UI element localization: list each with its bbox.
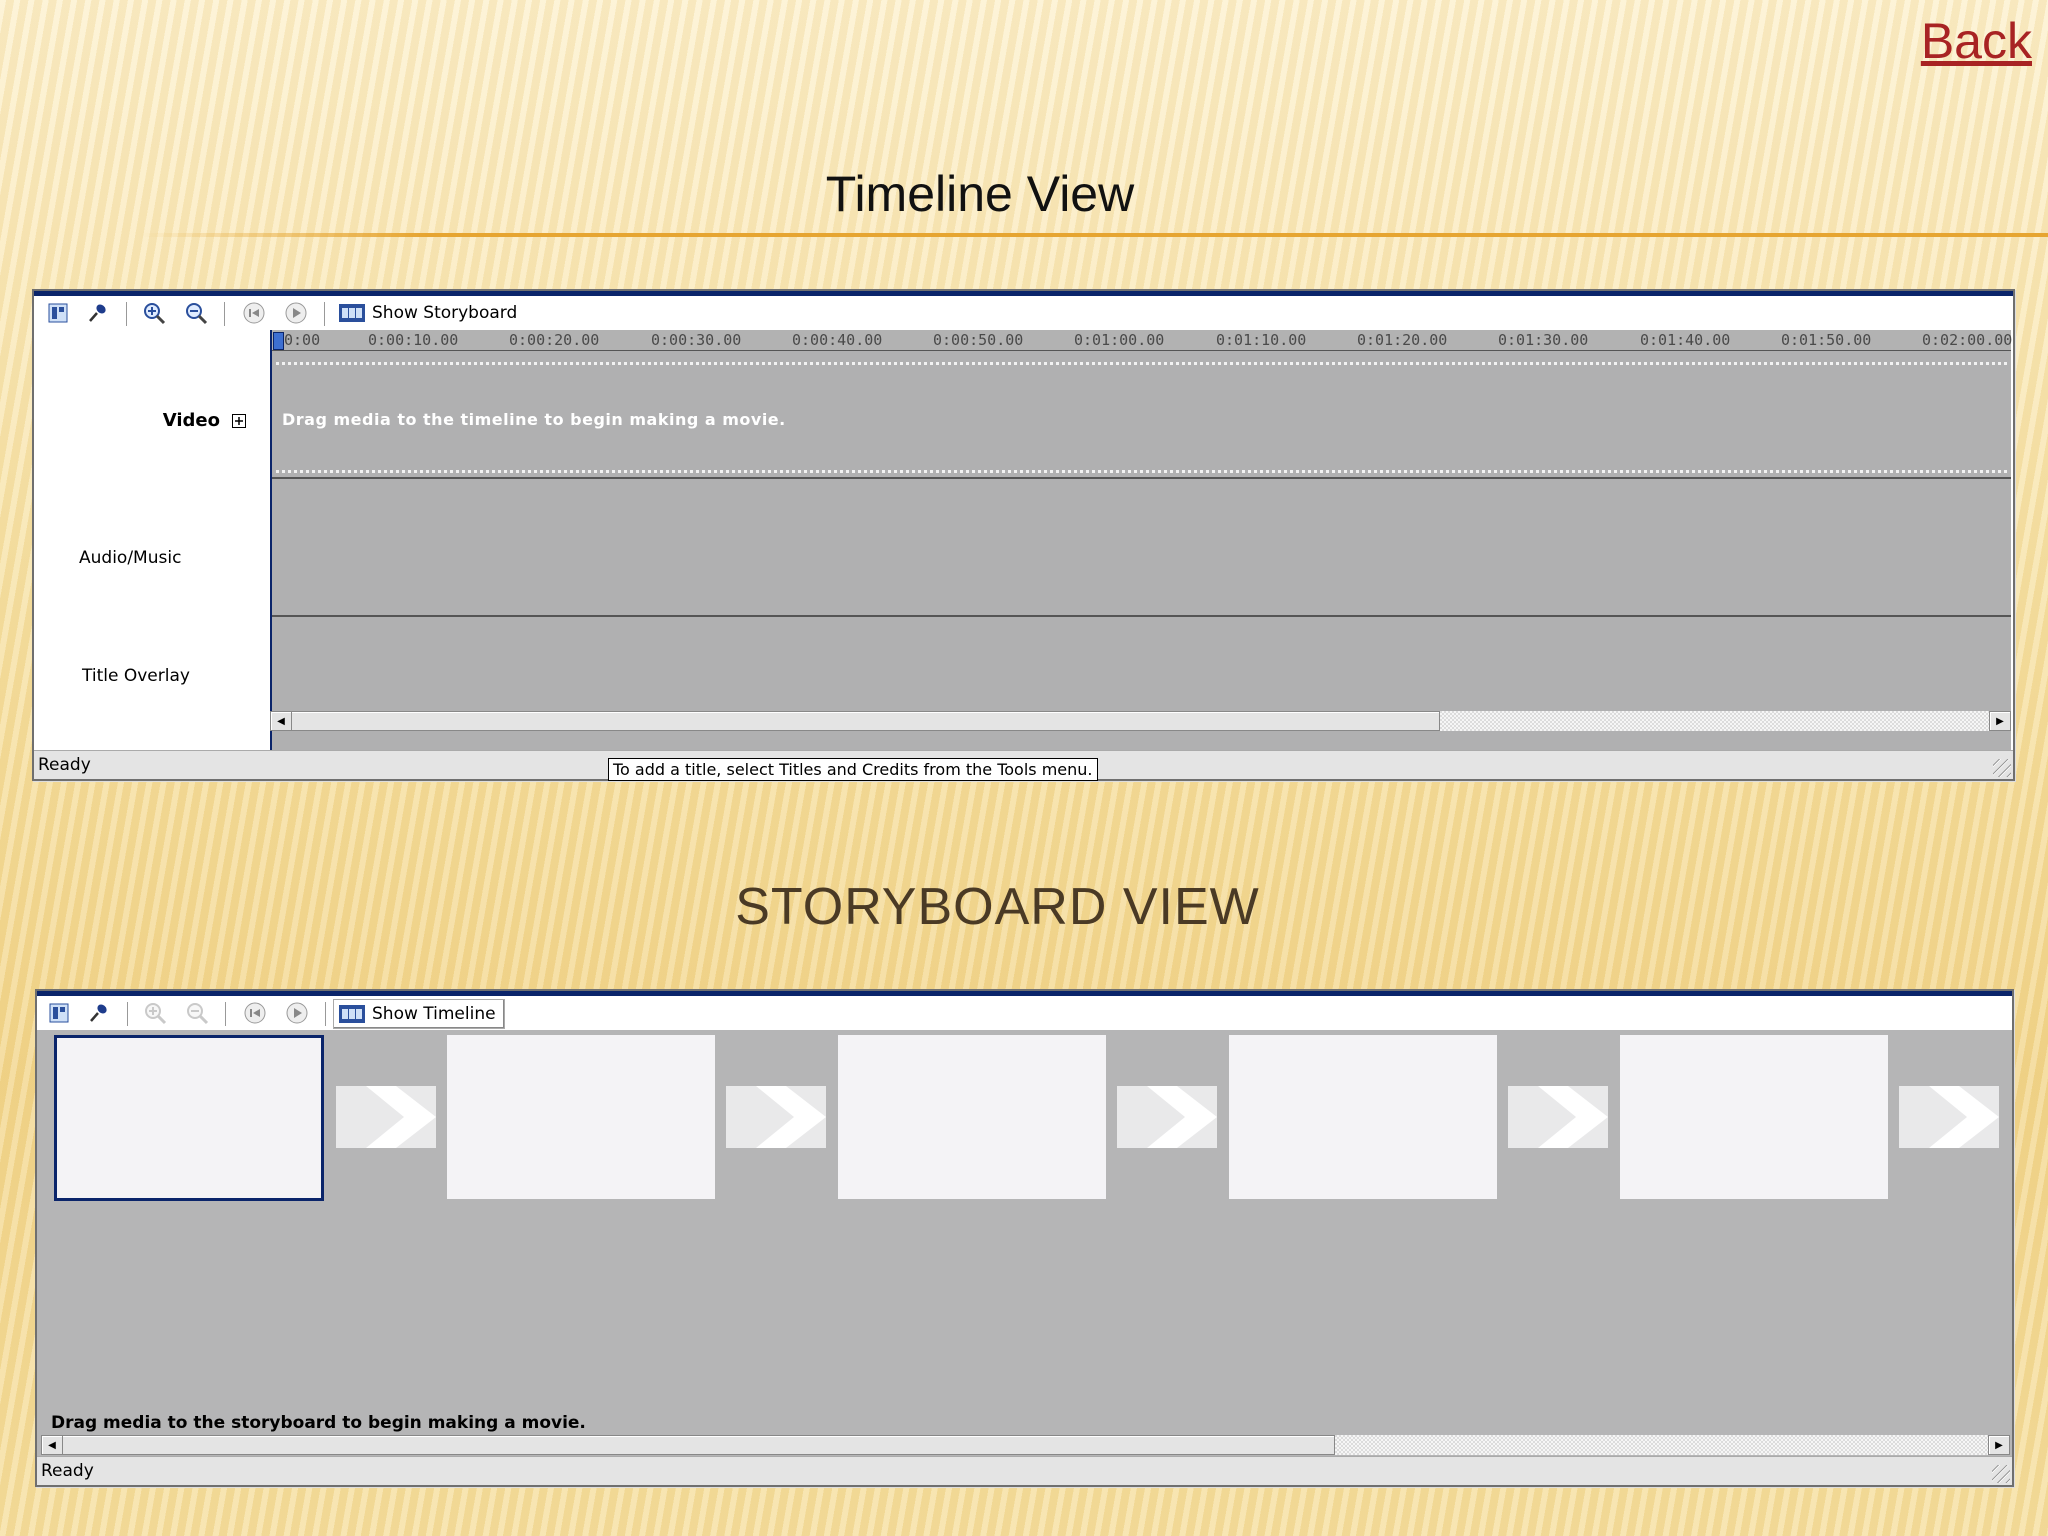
- track-dash-line: [276, 470, 2007, 473]
- storyboard-frame[interactable]: [838, 1035, 1106, 1199]
- scroll-left-arrow-icon[interactable]: ◀: [270, 711, 292, 731]
- back-link[interactable]: Back: [1921, 12, 2032, 70]
- transition-arrow-icon: [1147, 1086, 1217, 1148]
- transition-slot[interactable]: [1117, 1086, 1217, 1148]
- show-timeline-label: Show Timeline: [372, 1004, 496, 1024]
- status-text: Ready: [38, 755, 91, 775]
- play-icon[interactable]: [284, 301, 308, 325]
- audio-music-track[interactable]: [272, 479, 2011, 617]
- scroll-left-arrow-icon[interactable]: ◀: [41, 1435, 63, 1455]
- narrate-microphone-icon[interactable]: [86, 301, 110, 325]
- title-overlay-track-label[interactable]: Title Overlay: [82, 666, 190, 686]
- playhead-marker[interactable]: [273, 332, 284, 350]
- transition-arrow-icon: [1538, 1086, 1608, 1148]
- play-icon[interactable]: [285, 1001, 309, 1025]
- storyboard-view-heading: STORYBOARD VIEW: [735, 878, 1260, 936]
- timeline-drag-message: Drag media to the timeline to begin maki…: [282, 410, 786, 429]
- ruler-tick: 0:01:50.00: [1781, 331, 1872, 349]
- transition-arrow-icon: [336, 1086, 436, 1148]
- ruler-tick: 0:02:00.00: [1922, 331, 2013, 349]
- zoom-out-icon[interactable]: [184, 301, 208, 325]
- toolbar-separator: [325, 1002, 327, 1026]
- track-dash-line: [276, 362, 2007, 365]
- storyboard-status-bar: Ready: [37, 1456, 2012, 1485]
- toolbar-separator: [126, 302, 128, 326]
- ruler-tick: 0:00:30.00: [651, 331, 742, 349]
- scrollbar-thumb[interactable]: [290, 711, 1440, 731]
- zoom-out-icon[interactable]: [185, 1001, 209, 1025]
- ruler-tick: 0:00:10.00: [368, 331, 459, 349]
- ruler-tick: 0:01:10.00: [1216, 331, 1307, 349]
- video-track[interactable]: Drag media to the timeline to begin maki…: [272, 352, 2011, 479]
- status-text: Ready: [41, 1461, 94, 1481]
- transition-slot[interactable]: [726, 1086, 826, 1148]
- storyboard-frame[interactable]: [1620, 1035, 1888, 1199]
- storyboard-area[interactable]: Drag media to the storyboard to begin ma…: [37, 1030, 2012, 1457]
- scroll-right-arrow-icon[interactable]: ▶: [1988, 1435, 2010, 1455]
- transition-slot[interactable]: [336, 1086, 436, 1148]
- rewind-icon[interactable]: [242, 301, 266, 325]
- storyboard-toolbar: Show Timeline: [37, 996, 2012, 1030]
- ruler-tick: 0:00:50.00: [933, 331, 1024, 349]
- transition-slot[interactable]: [1508, 1086, 1608, 1148]
- track-labels-panel: Video Audio/Music Title Overlay: [34, 330, 270, 751]
- timeline-view-heading: Timeline View: [825, 166, 1135, 222]
- zoom-in-icon[interactable]: [143, 1001, 167, 1025]
- rewind-icon[interactable]: [243, 1001, 267, 1025]
- resize-grip-icon[interactable]: [1993, 759, 2011, 777]
- ruler-tick: 0:01:00.00: [1074, 331, 1165, 349]
- show-timeline-button[interactable]: Show Timeline: [333, 999, 505, 1029]
- transition-arrow-icon: [1929, 1086, 1999, 1148]
- ruler-tick: 0:00:40.00: [792, 331, 883, 349]
- video-track-label[interactable]: Video: [163, 410, 220, 431]
- zoom-in-icon[interactable]: [142, 301, 166, 325]
- show-storyboard-label: Show Storyboard: [372, 303, 518, 323]
- filmstrip-icon: [339, 304, 365, 322]
- toolbar-separator: [127, 1002, 129, 1026]
- title-overlay-track[interactable]: [272, 617, 2011, 709]
- tooltip-titles-hint: To add a title, select Titles and Credit…: [608, 758, 1098, 781]
- storyboard-frame[interactable]: [1229, 1035, 1497, 1199]
- resize-grip-icon[interactable]: [1992, 1465, 2010, 1483]
- expand-plus-icon[interactable]: [232, 414, 246, 428]
- storyboard-horizontal-scrollbar[interactable]: ◀ ▶: [41, 1435, 2010, 1455]
- filmstrip-icon: [339, 1005, 365, 1023]
- timeline-tracks-area[interactable]: 0:00 0:00:10.00 0:00:20.00 0:00:30.00 0:…: [270, 330, 2013, 751]
- storyboard-toggle-icon[interactable]: [47, 1001, 71, 1025]
- ruler-tick: 0:00: [284, 331, 321, 349]
- toolbar-separator: [324, 302, 326, 326]
- timeline-toolbar: Show Storyboard: [34, 296, 2013, 330]
- heading-divider: [140, 233, 2048, 237]
- narrate-microphone-icon[interactable]: [87, 1001, 111, 1025]
- ruler-tick: 0:00:20.00: [509, 331, 600, 349]
- transition-slot[interactable]: [1899, 1086, 1999, 1148]
- storyboard-drag-message: Drag media to the storyboard to begin ma…: [51, 1413, 586, 1433]
- ruler-tick: 0:01:20.00: [1357, 331, 1448, 349]
- ruler-tick: 0:01:30.00: [1498, 331, 1589, 349]
- show-storyboard-button[interactable]: Show Storyboard: [334, 299, 525, 327]
- toolbar-separator: [224, 302, 226, 326]
- time-ruler[interactable]: 0:00 0:00:10.00 0:00:20.00 0:00:30.00 0:…: [272, 330, 2013, 351]
- storyboard-toggle-icon[interactable]: [46, 301, 70, 325]
- transition-arrow-icon: [756, 1086, 826, 1148]
- toolbar-separator: [225, 1002, 227, 1026]
- scrollbar-thumb[interactable]: [61, 1435, 1335, 1455]
- timeline-window: Show Storyboard Video Audio/Music Title …: [32, 289, 2015, 781]
- timeline-horizontal-scrollbar[interactable]: ◀ ▶: [270, 711, 2011, 731]
- storyboard-frame[interactable]: [447, 1035, 715, 1199]
- ruler-tick: 0:01:40.00: [1640, 331, 1731, 349]
- scroll-right-arrow-icon[interactable]: ▶: [1989, 711, 2011, 731]
- storyboard-window: Show Timeline Drag media to the storyboa…: [35, 989, 2014, 1487]
- audio-music-track-label[interactable]: Audio/Music: [79, 548, 181, 568]
- storyboard-frame[interactable]: [54, 1035, 324, 1201]
